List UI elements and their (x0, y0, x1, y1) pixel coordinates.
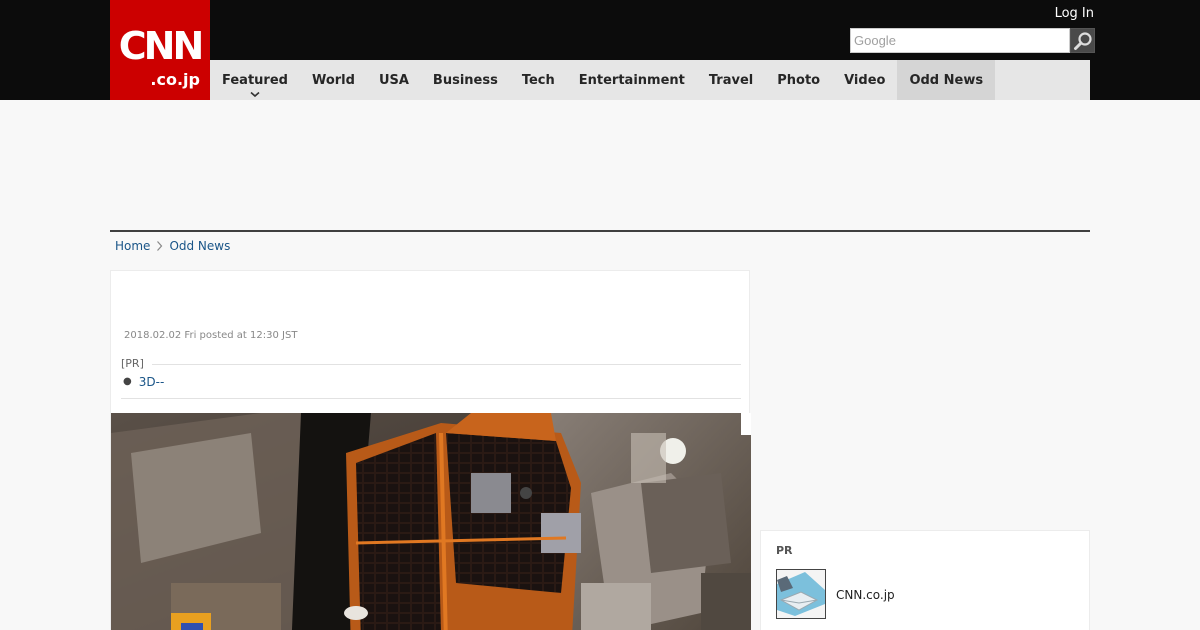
pr-label: [PR] (121, 357, 144, 370)
nav-travel[interactable]: Travel (697, 60, 765, 100)
nav-photo[interactable]: Photo (765, 60, 832, 100)
pr-bottom-divider (121, 398, 741, 399)
nav-label: World (311, 72, 355, 88)
top-bar: CNN .co.jp Log In Featured World USA Bus… (0, 0, 1200, 100)
nav-usa[interactable]: USA (367, 60, 421, 100)
chevron-right-icon (156, 240, 163, 252)
pr-item[interactable]: ● 3D-- (121, 374, 741, 390)
nav-label: Photo (777, 72, 821, 88)
breadcrumb: Home Odd News (115, 238, 230, 254)
sidebar-pr-title: PR (776, 544, 793, 557)
sidebar-pr-name[interactable]: CNN.co.jp (836, 588, 895, 602)
search-icon (1073, 31, 1092, 50)
nav-odd-news[interactable]: Odd News (897, 60, 996, 100)
cnn-logo[interactable]: CNN .co.jp (110, 0, 210, 100)
chevron-down-icon (250, 91, 260, 98)
satellite-photo (111, 413, 751, 630)
nav-featured[interactable]: Featured (210, 60, 300, 100)
logo-sub-text: .co.jp (150, 70, 200, 89)
pr-block: [PR] ● 3D-- (121, 357, 741, 399)
sidebar-pr: PR CNN.co.jp (760, 530, 1090, 630)
nav-label: Travel (708, 72, 754, 88)
nav-video[interactable]: Video (832, 60, 897, 100)
search-input[interactable] (850, 28, 1070, 53)
breadcrumb-current[interactable]: Odd News (169, 238, 230, 254)
nav-label: Entertainment (578, 72, 685, 88)
bullet-icon: ● (123, 376, 132, 387)
article-card: 2018.02.02 Fri posted at 12:30 JST [PR] … (110, 270, 751, 630)
search-button[interactable] (1070, 28, 1095, 53)
nav-tech[interactable]: Tech (510, 60, 567, 100)
ad-divider (110, 230, 1090, 232)
pr-link-text[interactable]: 3D-- (139, 374, 165, 390)
nav-entertainment[interactable]: Entertainment (567, 60, 697, 100)
posted-date: 2018.02.02 Fri posted at 12:30 JST (124, 330, 298, 341)
nav-label: USA (378, 72, 409, 88)
nav-business[interactable]: Business (421, 60, 510, 100)
nav-label: Featured (222, 72, 288, 88)
nav-label: Business (432, 72, 498, 88)
nav-world[interactable]: World (300, 60, 367, 100)
login-link[interactable]: Log In (1055, 6, 1094, 22)
main-nav: Featured World USA Business Tech Enterta… (210, 60, 1090, 100)
mail-thumbnail-icon[interactable] (776, 569, 826, 619)
nav-label: Odd News (909, 72, 984, 88)
breadcrumb-home[interactable]: Home (115, 238, 150, 254)
nav-label: Tech (521, 72, 555, 88)
pr-header: [PR] (121, 357, 741, 371)
logo-main-text: CNN (118, 24, 205, 68)
pr-divider (151, 363, 741, 365)
nav-label: Video (844, 72, 886, 88)
